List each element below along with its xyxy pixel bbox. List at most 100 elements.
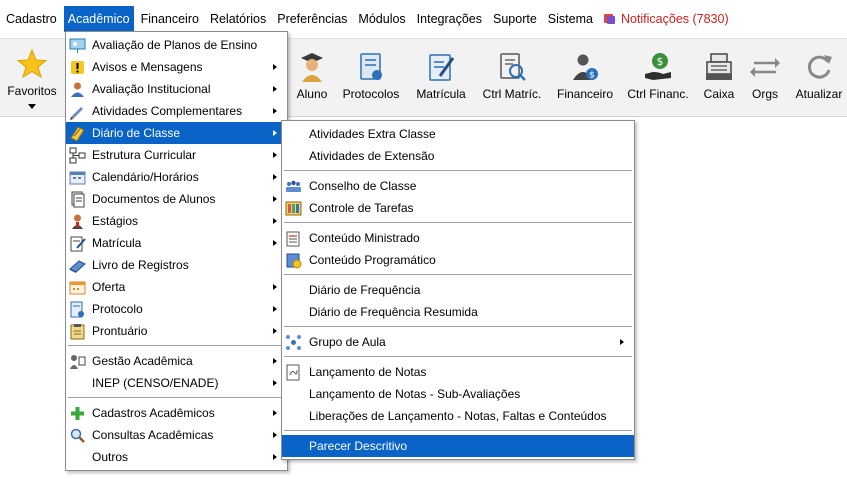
menu-item-atividades-complementares[interactable]: Atividades Complementares [66, 100, 287, 122]
chevron-right-icon [273, 432, 277, 438]
menu-modulos[interactable]: Módulos [354, 6, 409, 32]
menu-item-label: Matrícula [92, 236, 142, 250]
menu-item-label: Lançamento de Notas [309, 365, 427, 379]
financeiro-button[interactable]: $ Financeiro [555, 39, 615, 117]
orgs-button[interactable]: Orgs [748, 39, 782, 117]
menu-separator [282, 353, 634, 361]
enrollment-form-icon [429, 54, 455, 81]
menu-item-diario-de-classe[interactable]: Diário de Classe [66, 122, 287, 144]
menu-separator [282, 271, 634, 279]
submenu-item-lancamento-notas[interactable]: Lançamento de Notas [282, 361, 634, 383]
financeiro-label: Financeiro [556, 87, 614, 101]
calendar-icon [69, 171, 86, 185]
aluno-label: Aluno [296, 87, 328, 101]
matricula-button[interactable]: Matrícula [412, 39, 470, 117]
notifications-label: Notificações (7830) [620, 12, 729, 26]
menu-item-gestao-academica[interactable]: Gestão Acadêmica [66, 350, 287, 372]
menu-item-prontuario[interactable]: Prontuário [66, 320, 287, 342]
ctrl-matric-button[interactable]: Ctrl Matríc. [478, 39, 546, 117]
menu-item-label: Protocolo [92, 302, 143, 316]
caixa-label: Caixa [703, 87, 735, 101]
menu-item-label: Controle de Tarefas [309, 201, 414, 215]
menu-item-label: Prontuário [92, 324, 148, 338]
menu-item-cadastros-academicos[interactable]: Cadastros Acadêmicos [66, 402, 287, 424]
menu-financeiro[interactable]: Financeiro [137, 6, 203, 32]
menu-item-estrutura-curricular[interactable]: Estrutura Curricular [66, 144, 287, 166]
diario-de-classe-submenu: Atividades Extra Classe Atividades de Ex… [281, 120, 635, 460]
menu-separator [66, 394, 287, 402]
menu-item-label: Grupo de Aula [309, 335, 386, 349]
star-icon [16, 48, 48, 79]
menu-item-avaliacao-planos[interactable]: Avaliação de Planos de Ensino [66, 34, 287, 56]
grades-sheet-icon [286, 364, 300, 381]
menu-separator [282, 323, 634, 331]
submenu-item-conteudo-programatico[interactable]: Conteúdo Programático [282, 249, 634, 271]
menu-item-label: Conteúdo Programático [309, 253, 436, 267]
chevron-right-icon [273, 174, 277, 180]
offer-calendar-icon [69, 281, 86, 295]
submenu-item-diario-frequencia[interactable]: Diário de Frequência [282, 279, 634, 301]
menu-item-label: Parecer Descritivo [309, 439, 408, 453]
menu-suporte[interactable]: Suporte [489, 6, 541, 32]
notifications-link[interactable]: Notificações (7830) [603, 12, 729, 26]
menu-integracoes[interactable]: Integrações [413, 6, 486, 32]
submenu-item-liberacoes-lancamento[interactable]: Liberações de Lançamento - Notas, Faltas… [282, 405, 634, 427]
menu-item-protocolo[interactable]: Protocolo [66, 298, 287, 320]
ctrl-financ-button[interactable]: $ Ctrl Financ. [625, 39, 691, 117]
chevron-down-icon[interactable] [28, 104, 36, 109]
menu-relatorios[interactable]: Relatórios [206, 6, 270, 32]
protocol-document-icon [360, 53, 382, 80]
menu-separator [282, 167, 634, 175]
menu-item-label: Liberações de Lançamento - Notas, Faltas… [309, 409, 607, 423]
menu-preferencias[interactable]: Preferências [273, 6, 351, 32]
submenu-item-conselho-de-classe[interactable]: Conselho de Classe [282, 175, 634, 197]
orgs-label: Orgs [751, 87, 778, 101]
menu-item-inep[interactable]: INEP (CENSO/ENADE) [66, 372, 287, 394]
menu-item-livro-registros[interactable]: Livro de Registros [66, 254, 287, 276]
content-list-icon [286, 231, 300, 247]
menu-item-avisos[interactable]: Avisos e Mensagens [66, 56, 287, 78]
menu-item-label: Conselho de Classe [309, 179, 417, 193]
protocol-icon [70, 301, 84, 318]
magnifier-icon [70, 428, 85, 443]
chevron-right-icon [273, 380, 277, 386]
menu-item-estagios[interactable]: Estágios [66, 210, 287, 232]
menu-item-avaliacao-institucional[interactable]: Avaliação Institucional [66, 78, 287, 100]
menu-item-calendario[interactable]: Calendário/Horários [66, 166, 287, 188]
swap-arrows-icon [750, 58, 780, 77]
menu-item-label: Livro de Registros [92, 258, 189, 272]
caixa-button[interactable]: Caixa [700, 39, 738, 117]
submenu-item-diario-frequencia-resumida[interactable]: Diário de Frequência Resumida [282, 301, 634, 323]
menu-item-label: Avaliação de Planos de Ensino [92, 38, 258, 52]
chevron-right-icon [273, 410, 277, 416]
menu-item-matricula[interactable]: Matrícula [66, 232, 287, 254]
menu-item-documentos[interactable]: Documentos de Alunos [66, 188, 287, 210]
class-diary-icon [70, 126, 85, 142]
menu-sistema[interactable]: Sistema [544, 6, 597, 32]
menu-item-outros[interactable]: Outros [66, 446, 287, 468]
submenu-item-grupo-de-aula[interactable]: Grupo de Aula [282, 331, 634, 353]
chevron-right-icon [273, 240, 277, 246]
protocolos-button[interactable]: Protocolos [340, 39, 402, 117]
chevron-right-icon [273, 108, 277, 114]
pencil-icon [70, 107, 83, 120]
menu-separator [282, 427, 634, 435]
protocolos-label: Protocolos [342, 87, 400, 101]
submenu-item-atividades-extra-classe[interactable]: Atividades Extra Classe [282, 123, 634, 145]
submenu-item-lancamento-notas-sub[interactable]: Lançamento de Notas - Sub-Avaliações [282, 383, 634, 405]
menu-item-label: Calendário/Horários [92, 170, 199, 184]
atualizar-button[interactable]: Atualizar [792, 39, 846, 117]
clipboard-icon [70, 324, 85, 340]
submenu-item-parecer-descritivo[interactable]: Parecer Descritivo [282, 435, 634, 457]
submenu-item-atividades-extensao[interactable]: Atividades de Extensão [282, 145, 634, 167]
menu-item-consultas-academicas[interactable]: Consultas Acadêmicas [66, 424, 287, 446]
menu-separator [282, 219, 634, 227]
menu-cadastro[interactable]: Cadastro [2, 6, 61, 32]
submenu-item-controle-tarefas[interactable]: Controle de Tarefas [282, 197, 634, 219]
menu-item-label: INEP (CENSO/ENADE) [92, 376, 219, 390]
aluno-button[interactable]: Aluno [292, 39, 332, 117]
menu-item-oferta[interactable]: Oferta [66, 276, 287, 298]
menu-academico[interactable]: Acadêmico [63, 6, 134, 32]
favoritos-button[interactable]: Favoritos [6, 39, 58, 117]
submenu-item-conteudo-ministrado[interactable]: Conteúdo Ministrado [282, 227, 634, 249]
